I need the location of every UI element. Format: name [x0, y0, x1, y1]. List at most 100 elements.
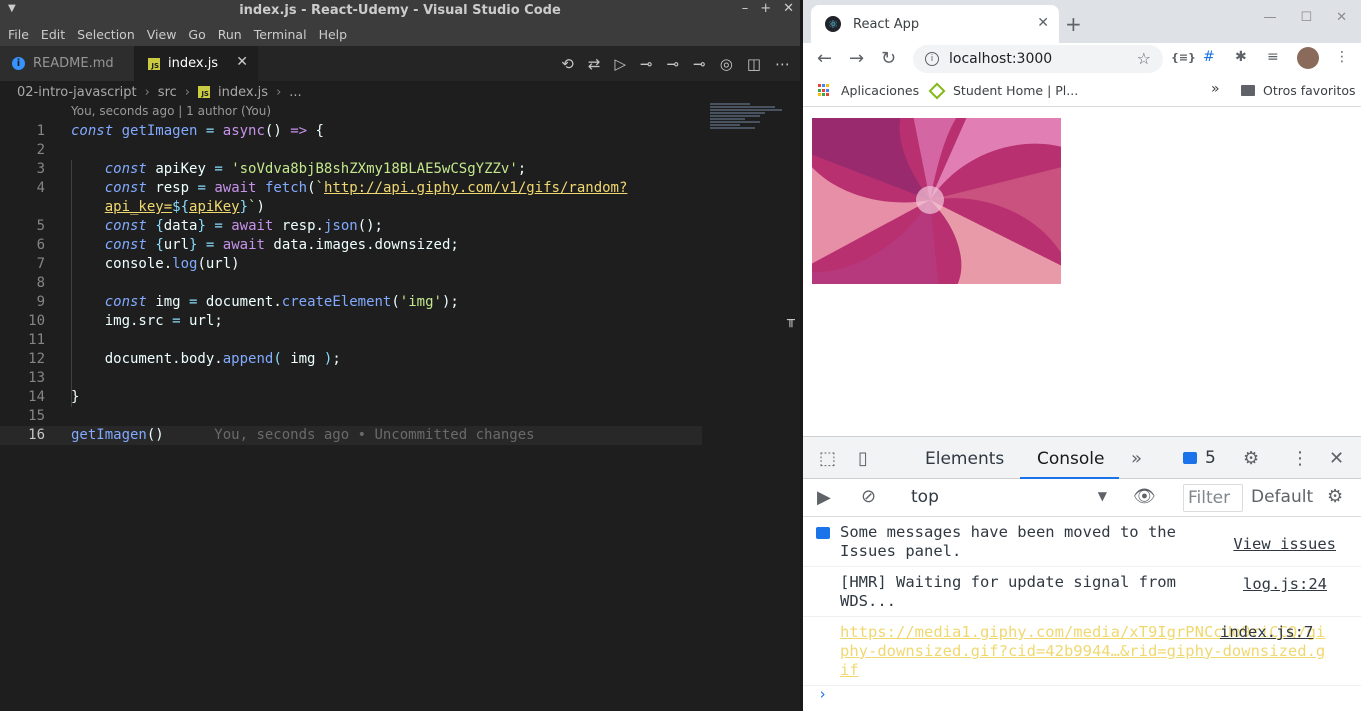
close-icon[interactable]: ✕	[1037, 15, 1049, 31]
chevron-right-icon: ›	[184, 84, 190, 100]
breadcrumb-symbol[interactable]: ...	[289, 85, 301, 100]
menu-help[interactable]: Help	[313, 27, 354, 42]
menu-terminal[interactable]: Terminal	[248, 27, 313, 42]
clear-console-icon[interactable]: ⊘	[861, 486, 876, 507]
breadcrumb-folder[interactable]: 02-intro-javascript	[17, 85, 137, 100]
settings-gear-icon[interactable]: ⚙	[1243, 448, 1259, 469]
browser-tab[interactable]: ⚛ React App ✕	[811, 5, 1059, 43]
git-codelens[interactable]: You, seconds ago | 1 author (You)	[71, 104, 271, 118]
menu-file[interactable]: File	[2, 27, 35, 42]
timeline-icon[interactable]: ⟲	[561, 55, 574, 73]
live-expression-eye-icon[interactable]: 👁	[1133, 486, 1156, 507]
giphy-image	[812, 118, 1061, 284]
maximize-icon[interactable]: ☐	[1300, 10, 1312, 25]
compare-changes-icon[interactable]: ⇄	[588, 55, 601, 73]
minimize-icon[interactable]: –	[742, 1, 749, 16]
address-text: localhost:3000	[949, 51, 1053, 67]
message-icon	[816, 527, 830, 539]
inspect-element-icon[interactable]: ⬚	[819, 448, 836, 469]
close-tab-icon[interactable]: ✕	[236, 54, 248, 70]
tab-index-js[interactable]: JS index.js ✕	[134, 46, 258, 81]
line-number: 4	[36, 180, 45, 196]
minimize-icon[interactable]: —	[1263, 10, 1276, 25]
device-toolbar-icon[interactable]: ▯	[858, 448, 868, 469]
chrome-window: ⚛ React App ✕ + — ☐ ✕ ← → ↻ i localhost:…	[803, 0, 1361, 711]
code-line: 6 const {url} = await data.images.downsi…	[0, 236, 710, 255]
close-icon[interactable]: ✕	[1336, 10, 1347, 25]
log-levels-dropdown[interactable]: Default levels	[1251, 487, 1315, 507]
menu-edit[interactable]: Edit	[35, 27, 71, 42]
forward-icon[interactable]: →	[849, 48, 864, 69]
window-controls: – + ✕	[742, 1, 794, 16]
next-change-icon[interactable]: ⊸	[693, 55, 706, 73]
minimap[interactable]	[710, 103, 790, 143]
devtools-toolbar: ⬚ ▯ Elements Console » 5 ⚙ ⋮ ✕	[803, 436, 1361, 480]
bookmark-student-home[interactable]: Student Home | Pl...	[928, 82, 1078, 99]
source-link[interactable]: index.js:7	[1220, 623, 1313, 642]
console-filter-bar: ▶ ⊘ top ▼ 👁 Filter Default levels ⚙	[803, 479, 1361, 517]
reading-list-icon[interactable]: ≡	[1267, 49, 1279, 65]
tab-strip: ⚛ React App ✕ + — ☐ ✕	[803, 0, 1361, 43]
line-number: 6	[36, 237, 45, 253]
view-issues-link[interactable]: View issues	[1233, 535, 1336, 554]
chrome-menu-icon[interactable]: ⋮	[1335, 49, 1349, 65]
breadcrumb-file[interactable]: index.js	[218, 85, 268, 100]
swirl-graphic	[812, 118, 1061, 284]
more-tabs-icon[interactable]: »	[1131, 448, 1142, 469]
close-devtools-icon[interactable]: ✕	[1329, 448, 1344, 469]
code-line-current: 16 getImagen() You, seconds ago • Uncommi…	[0, 426, 702, 445]
breadcrumb-src[interactable]: src	[158, 85, 177, 100]
previous-change-icon[interactable]: ⊸	[667, 55, 680, 73]
console-message: [HMR] Waiting for update signal from WDS…	[803, 567, 1361, 617]
show-sidebar-icon[interactable]: ▶	[817, 487, 831, 508]
more-bookmarks-icon[interactable]: »	[1211, 81, 1220, 97]
back-icon[interactable]: ←	[817, 48, 832, 69]
console-settings-icon[interactable]: ⚙	[1327, 486, 1343, 507]
menu-run[interactable]: Run	[212, 27, 248, 42]
code-line: 3 const apiKey = 'soVdva8bjB8shZXmy18BLA…	[0, 160, 710, 179]
json-extension-icon[interactable]: {≡}	[1171, 51, 1196, 64]
context-selector[interactable]: top ▼	[911, 487, 1107, 507]
git-lens-icon[interactable]: ◎	[720, 55, 733, 73]
code-editor[interactable]: 1 const getImagen = async() => { 2 3 cons…	[0, 122, 710, 445]
devtools-menu-icon[interactable]: ⋮	[1291, 448, 1309, 469]
grid-extension-icon[interactable]: #	[1203, 49, 1215, 65]
site-info-icon[interactable]: i	[925, 52, 939, 66]
tab-readme[interactable]: i README.md	[0, 46, 134, 81]
maximize-icon[interactable]: +	[760, 1, 771, 16]
line-number: 11	[28, 332, 45, 348]
console-prompt-icon[interactable]: ›	[818, 685, 827, 703]
code-line: 8	[0, 274, 710, 293]
bookmark-other-favorites[interactable]: Otros favoritos	[1241, 83, 1356, 98]
bookmark-label: Otros favoritos	[1263, 83, 1356, 98]
run-icon[interactable]: ▷	[614, 55, 626, 73]
more-actions-icon[interactable]: ⋯	[775, 55, 790, 73]
menu-go[interactable]: Go	[182, 27, 211, 42]
new-tab-icon[interactable]: +	[1065, 12, 1082, 36]
editor-actions: ⟲ ⇄ ▷ ⊸ ⊸ ⊸ ◎ ◫ ⋯	[561, 46, 790, 81]
address-bar[interactable]: i localhost:3000 ☆	[913, 45, 1163, 73]
git-commit-icon[interactable]: ⊸	[640, 55, 653, 73]
line-number: 13	[28, 370, 45, 386]
console-message: Some messages have been moved to the Iss…	[803, 517, 1361, 567]
api-url[interactable]: http://api.giphy.com/v1/gifs/random?	[324, 180, 627, 196]
window-controls: — ☐ ✕	[1263, 10, 1347, 25]
tab-console[interactable]: Console	[1037, 449, 1105, 469]
split-editor-icon[interactable]: ◫	[747, 55, 761, 73]
reload-icon[interactable]: ↻	[881, 48, 896, 69]
menu-selection[interactable]: Selection	[71, 27, 141, 42]
bookmark-star-icon[interactable]: ☆	[1137, 49, 1151, 68]
profile-avatar[interactable]	[1297, 47, 1319, 69]
issues-counter[interactable]: 5	[1183, 448, 1216, 468]
vscode-window: ▼ index.js - React-Udemy - Visual Studio…	[0, 0, 800, 711]
code-line: 7 console.log(url)	[0, 255, 710, 274]
line-number: 16	[28, 427, 45, 443]
source-link[interactable]: log.js:24	[1243, 575, 1327, 594]
scrollbar-icon[interactable]: ╥	[787, 313, 797, 328]
menu-view[interactable]: View	[141, 27, 183, 42]
tab-elements[interactable]: Elements	[925, 449, 1004, 469]
close-icon[interactable]: ✕	[783, 1, 794, 16]
console-filter-input[interactable]: Filter	[1183, 484, 1243, 512]
bookmark-apps[interactable]: Aplicaciones	[818, 83, 919, 98]
extensions-puzzle-icon[interactable]: ✱	[1235, 49, 1247, 65]
